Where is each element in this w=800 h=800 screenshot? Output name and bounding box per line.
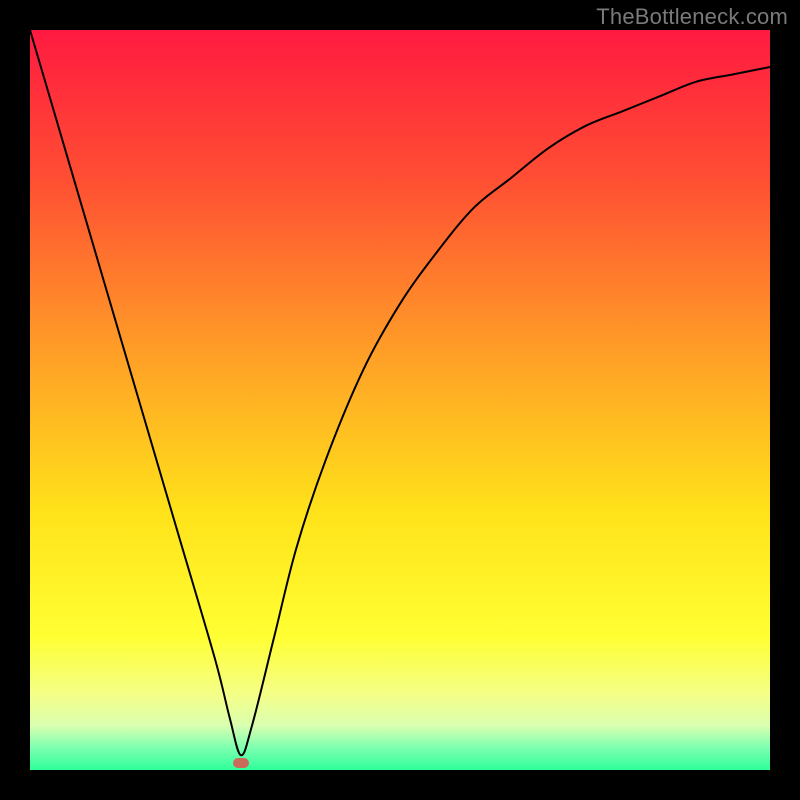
watermark-text: TheBottleneck.com <box>596 4 788 30</box>
bottleneck-curve <box>30 30 770 755</box>
optimal-point-marker <box>233 758 249 768</box>
curve-layer <box>30 30 770 770</box>
plot-area <box>30 30 770 770</box>
chart-frame: TheBottleneck.com <box>0 0 800 800</box>
